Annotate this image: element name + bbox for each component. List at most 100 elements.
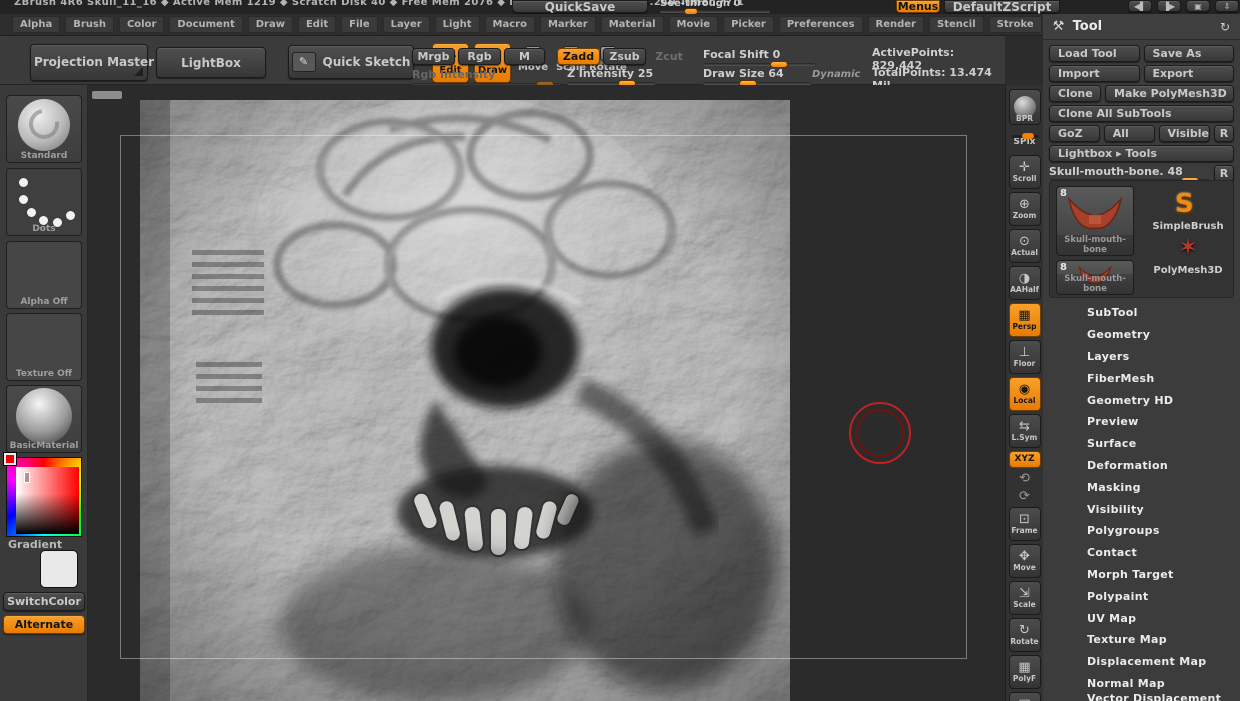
scroll-button[interactable]: ✛ Scroll bbox=[1009, 155, 1041, 189]
mrgb-button[interactable]: Mrgb bbox=[412, 48, 455, 65]
polyf-button[interactable]: ▦ PolyF bbox=[1009, 655, 1041, 689]
clone-button[interactable]: Clone bbox=[1049, 85, 1101, 102]
menu-item-brush[interactable]: Brush bbox=[65, 16, 114, 33]
tool-section-texture-map[interactable]: Texture Map bbox=[1043, 629, 1240, 651]
transp-button[interactable]: ◪ Transp bbox=[1009, 692, 1041, 701]
tool-section-geometry[interactable]: Geometry bbox=[1043, 324, 1240, 346]
menu-item-picker[interactable]: Picker bbox=[723, 16, 774, 33]
menu-item-render[interactable]: Render bbox=[868, 16, 924, 33]
dynamic-label[interactable]: Dynamic bbox=[812, 69, 860, 80]
tool-section-masking[interactable]: Masking bbox=[1043, 476, 1240, 498]
persp-button[interactable]: ▦ Persp bbox=[1009, 303, 1041, 337]
draw-size-slider[interactable]: Draw Size 64 bbox=[703, 67, 811, 85]
camera-icon[interactable]: ▣ bbox=[1186, 0, 1210, 12]
see-through-track[interactable] bbox=[660, 10, 770, 13]
tool-section-contact[interactable]: Contact bbox=[1043, 542, 1240, 564]
menu-item-draw[interactable]: Draw bbox=[248, 16, 293, 33]
tool-section-vector-displacement-map[interactable]: Vector Displacement Map bbox=[1043, 694, 1240, 701]
see-through-slider[interactable]: See-through 0 bbox=[660, 0, 770, 13]
focal-shift-slider[interactable]: Focal Shift 0 bbox=[703, 48, 815, 66]
secondary-color-swatch[interactable] bbox=[40, 550, 78, 588]
rotate-button[interactable]: ↻ Rotate bbox=[1009, 618, 1041, 652]
tool-section-fibermesh[interactable]: FiberMesh bbox=[1043, 367, 1240, 389]
export-button[interactable]: Export bbox=[1144, 65, 1235, 82]
menu-item-stencil[interactable]: Stencil bbox=[929, 16, 984, 33]
load-ui-icon[interactable]: ⇩ bbox=[1215, 0, 1239, 12]
import-button[interactable]: Import bbox=[1049, 65, 1140, 82]
load-tool-button[interactable]: Load Tool bbox=[1049, 45, 1140, 62]
polymesh3d-star-icon[interactable]: ✶ bbox=[1178, 233, 1198, 261]
menu-item-layer[interactable]: Layer bbox=[383, 16, 430, 33]
menu-item-light[interactable]: Light bbox=[435, 16, 480, 33]
menu-item-stroke[interactable]: Stroke bbox=[989, 16, 1042, 33]
m-button[interactable]: M bbox=[504, 48, 545, 65]
tool-section-layers[interactable]: Layers bbox=[1043, 346, 1240, 368]
focal-shift-track[interactable] bbox=[703, 63, 815, 66]
menus-button[interactable]: Menus bbox=[896, 0, 940, 13]
aahalf-button[interactable]: ◑ AAHalf bbox=[1009, 266, 1041, 300]
projection-master-button[interactable]: Projection Master bbox=[30, 44, 148, 81]
clone-all-subtools-button[interactable]: Clone All SubTools bbox=[1049, 105, 1234, 122]
canvas-scrollbar[interactable] bbox=[92, 91, 122, 99]
quick-sketch-button[interactable]: ✎ Quick Sketch bbox=[288, 45, 414, 79]
bpr-button[interactable]: BPR bbox=[1009, 89, 1041, 125]
make-polymesh3d-button[interactable]: Make PolyMesh3D bbox=[1105, 85, 1234, 102]
menu-item-color[interactable]: Color bbox=[119, 16, 164, 33]
menu-item-preferences[interactable]: Preferences bbox=[779, 16, 863, 33]
color-cursor[interactable] bbox=[24, 472, 30, 483]
tool-section-polypaint[interactable]: Polypaint bbox=[1043, 585, 1240, 607]
refresh-icon[interactable]: ↻ bbox=[1220, 20, 1230, 34]
lsym-button[interactable]: ⇆ L.Sym bbox=[1009, 414, 1041, 448]
current-brush-selector[interactable]: Standard bbox=[6, 95, 82, 163]
tool-section-normal-map[interactable]: Normal Map bbox=[1043, 673, 1240, 695]
tool-section-polygroups[interactable]: Polygroups bbox=[1043, 520, 1240, 542]
active-tool-thumbnail[interactable]: 8 Skull-mouth-bone bbox=[1056, 186, 1134, 256]
zoom-button[interactable]: ⊕ Zoom bbox=[1009, 192, 1041, 226]
current-texture-selector[interactable]: Texture Off bbox=[6, 313, 82, 381]
current-material-selector[interactable]: BasicMaterial bbox=[6, 385, 82, 453]
floor-button[interactable]: ⊥ Floor bbox=[1009, 340, 1041, 374]
tool-section-geometry-hd[interactable]: Geometry HD bbox=[1043, 389, 1240, 411]
menu-item-movie[interactable]: Movie bbox=[669, 16, 719, 33]
rotate-y-button[interactable]: ⟲ bbox=[1009, 471, 1041, 486]
xyz-button[interactable]: XYZ bbox=[1009, 451, 1041, 468]
menu-item-alpha[interactable]: Alpha bbox=[12, 16, 60, 33]
scale-button[interactable]: ⇲ Scale bbox=[1009, 581, 1041, 615]
goz-visible-button[interactable]: Visible bbox=[1159, 125, 1211, 142]
menu-item-edit[interactable]: Edit bbox=[298, 16, 336, 33]
tool-section-morph-target[interactable]: Morph Target bbox=[1043, 564, 1240, 586]
tool-section-uv-map[interactable]: UV Map bbox=[1043, 607, 1240, 629]
menu-item-material[interactable]: Material bbox=[601, 16, 664, 33]
menu-item-document[interactable]: Document bbox=[169, 16, 242, 33]
recent-tool-thumbnail[interactable]: 8 Skull-mouth-bone bbox=[1056, 260, 1134, 295]
menu-item-marker[interactable]: Marker bbox=[540, 16, 596, 33]
zsub-button[interactable]: Zsub bbox=[603, 48, 646, 65]
tool-section-subtool[interactable]: SubTool bbox=[1043, 302, 1240, 324]
local-button[interactable]: ◉ Local bbox=[1009, 377, 1041, 411]
alternate-button[interactable]: Alternate bbox=[3, 615, 85, 634]
save-as-button[interactable]: Save As bbox=[1144, 45, 1235, 62]
tool-section-displacement-map[interactable]: Displacement Map bbox=[1043, 651, 1240, 673]
goz-all-button[interactable]: All bbox=[1104, 125, 1155, 142]
sculpt-canvas[interactable] bbox=[88, 85, 1005, 701]
frame-button[interactable]: ⊡ Frame bbox=[1009, 507, 1041, 541]
goz-button[interactable]: GoZ bbox=[1049, 125, 1100, 142]
simplebrush-icon[interactable]: S bbox=[1175, 189, 1194, 219]
saturation-value-square[interactable] bbox=[16, 467, 79, 534]
tool-section-deformation[interactable]: Deformation bbox=[1043, 455, 1240, 477]
goz-r-button[interactable]: R bbox=[1214, 125, 1234, 142]
rgb-button[interactable]: Rgb bbox=[458, 48, 501, 65]
move-button[interactable]: ✥ Move bbox=[1009, 544, 1041, 578]
zadd-button[interactable]: Zadd bbox=[557, 48, 600, 65]
current-alpha-selector[interactable]: Alpha Off bbox=[6, 241, 82, 309]
tool-section-preview[interactable]: Preview bbox=[1043, 411, 1240, 433]
tool-section-surface[interactable]: Surface bbox=[1043, 433, 1240, 455]
quicksave-button[interactable]: QuickSave bbox=[512, 0, 648, 13]
menu-item-file[interactable]: File bbox=[341, 16, 377, 33]
lightbox-tools-button[interactable]: Lightbox ▸ Tools bbox=[1049, 145, 1234, 162]
rotate-z-button[interactable]: ⟳ bbox=[1009, 489, 1041, 504]
current-stroke-selector[interactable]: Dots bbox=[6, 168, 82, 236]
shrink-right-icon[interactable]: ▐▶ bbox=[1157, 0, 1181, 12]
tool-section-visibility[interactable]: Visibility bbox=[1043, 498, 1240, 520]
shrink-left-icon[interactable]: ◀▌ bbox=[1128, 0, 1152, 12]
